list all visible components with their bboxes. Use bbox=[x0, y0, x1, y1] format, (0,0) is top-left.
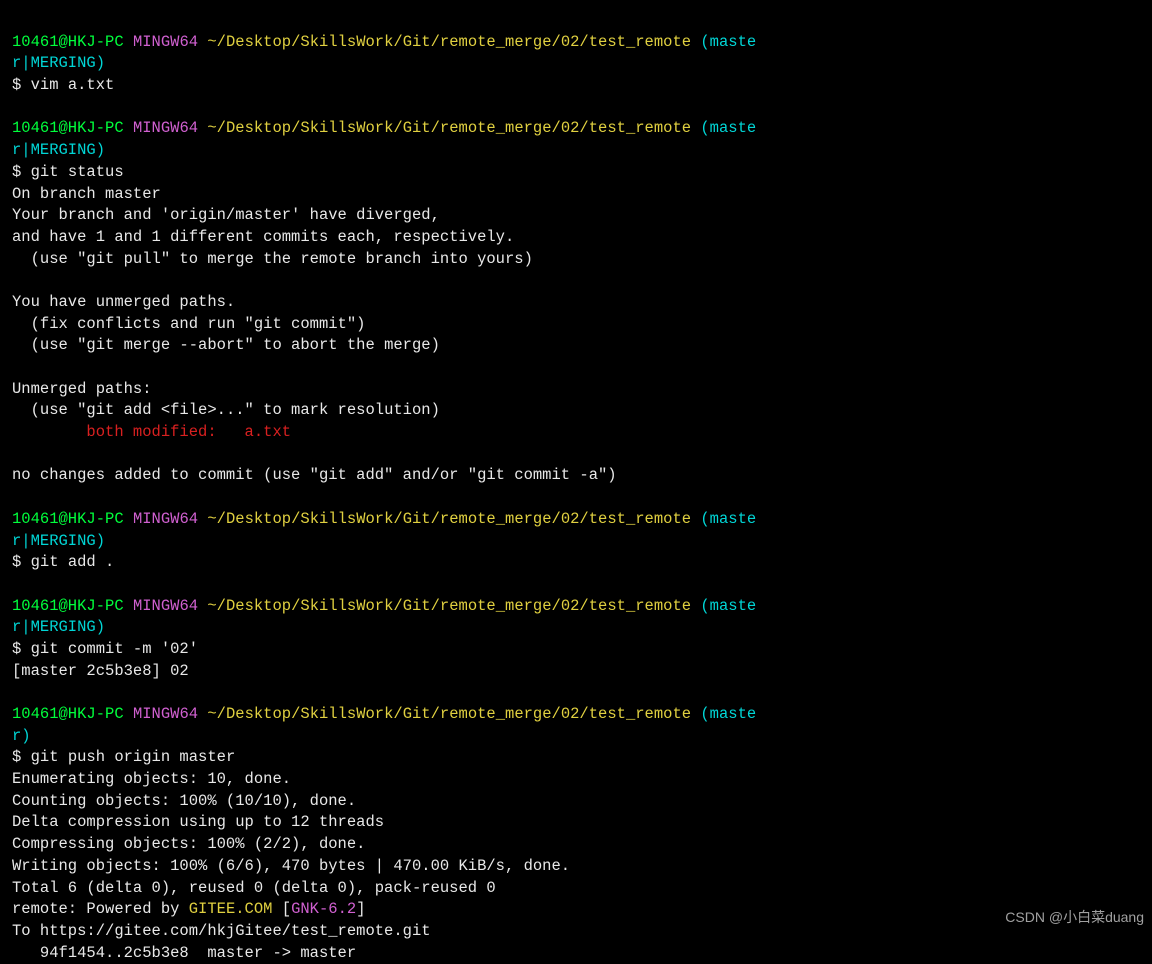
prompt-path: ~/Desktop/SkillsWork/Git/remote_merge/02… bbox=[207, 119, 691, 137]
push-output: To https://gitee.com/hkjGitee/test_remot… bbox=[12, 922, 431, 940]
prompt-dollar: $ bbox=[12, 640, 31, 658]
status-line: (use "git pull" to merge the remote bran… bbox=[12, 250, 533, 268]
terminal-output[interactable]: 10461@HKJ-PC MINGW64 ~/Desktop/SkillsWor… bbox=[12, 10, 1140, 964]
prompt-branch: (maste bbox=[700, 33, 756, 51]
status-line: Unmerged paths: bbox=[12, 380, 152, 398]
status-line: (use "git add <file>..." to mark resolut… bbox=[12, 401, 440, 419]
prompt-user-host: 10461@HKJ-PC bbox=[12, 510, 124, 528]
prompt-branch: r|MERGING) bbox=[12, 618, 105, 636]
prompt-dollar: $ bbox=[12, 748, 31, 766]
prompt-path: ~/Desktop/SkillsWork/Git/remote_merge/02… bbox=[207, 705, 691, 723]
prompt-branch: r) bbox=[12, 727, 31, 745]
status-line: (fix conflicts and run "git commit") bbox=[12, 315, 365, 333]
push-output: remote: Powered by bbox=[12, 900, 189, 918]
gnk-label: GNK-6.2 bbox=[291, 900, 356, 918]
status-line: On branch master bbox=[12, 185, 161, 203]
prompt-dollar: $ bbox=[12, 553, 31, 571]
push-output: ] bbox=[356, 900, 365, 918]
prompt-shell: MINGW64 bbox=[133, 119, 198, 137]
prompt-shell: MINGW64 bbox=[133, 705, 198, 723]
prompt-shell: MINGW64 bbox=[133, 510, 198, 528]
prompt-dollar: $ bbox=[12, 76, 31, 94]
push-output: [ bbox=[272, 900, 291, 918]
status-line: Your branch and 'origin/master' have div… bbox=[12, 206, 440, 224]
status-line: (use "git merge --abort" to abort the me… bbox=[12, 336, 440, 354]
prompt-branch: r|MERGING) bbox=[12, 532, 105, 550]
prompt-path: ~/Desktop/SkillsWork/Git/remote_merge/02… bbox=[207, 510, 691, 528]
prompt-branch: r|MERGING) bbox=[12, 54, 105, 72]
status-line: You have unmerged paths. bbox=[12, 293, 235, 311]
command-git-add: git add . bbox=[31, 553, 115, 571]
prompt-dollar: $ bbox=[12, 163, 31, 181]
prompt-branch: (maste bbox=[700, 119, 756, 137]
prompt-user-host: 10461@HKJ-PC bbox=[12, 705, 124, 723]
status-line: no changes added to commit (use "git add… bbox=[12, 466, 617, 484]
prompt-user-host: 10461@HKJ-PC bbox=[12, 597, 124, 615]
gitee-label: GITEE.COM bbox=[189, 900, 273, 918]
push-output: Writing objects: 100% (6/6), 470 bytes |… bbox=[12, 857, 570, 875]
prompt-branch: (maste bbox=[700, 705, 756, 723]
command-vim: vim a.txt bbox=[31, 76, 115, 94]
watermark: CSDN @小白菜duang bbox=[1005, 908, 1144, 928]
command-git-status: git status bbox=[31, 163, 124, 181]
push-output: Compressing objects: 100% (2/2), done. bbox=[12, 835, 365, 853]
status-unmerged-file: both modified: a.txt bbox=[12, 423, 291, 441]
prompt-path: ~/Desktop/SkillsWork/Git/remote_merge/02… bbox=[207, 33, 691, 51]
push-output: Delta compression using up to 12 threads bbox=[12, 813, 384, 831]
prompt-path: ~/Desktop/SkillsWork/Git/remote_merge/02… bbox=[207, 597, 691, 615]
push-output: Enumerating objects: 10, done. bbox=[12, 770, 291, 788]
push-output: Total 6 (delta 0), reused 0 (delta 0), p… bbox=[12, 879, 496, 897]
status-line: and have 1 and 1 different commits each,… bbox=[12, 228, 514, 246]
prompt-branch: r|MERGING) bbox=[12, 141, 105, 159]
prompt-branch: (maste bbox=[700, 510, 756, 528]
prompt-shell: MINGW64 bbox=[133, 33, 198, 51]
command-git-push: git push origin master bbox=[31, 748, 236, 766]
command-git-commit: git commit -m '02' bbox=[31, 640, 198, 658]
commit-output: [master 2c5b3e8] 02 bbox=[12, 662, 189, 680]
prompt-shell: MINGW64 bbox=[133, 597, 198, 615]
push-output: 94f1454..2c5b3e8 master -> master bbox=[12, 944, 356, 962]
prompt-user-host: 10461@HKJ-PC bbox=[12, 33, 124, 51]
prompt-user-host: 10461@HKJ-PC bbox=[12, 119, 124, 137]
prompt-branch: (maste bbox=[700, 597, 756, 615]
push-output: Counting objects: 100% (10/10), done. bbox=[12, 792, 356, 810]
